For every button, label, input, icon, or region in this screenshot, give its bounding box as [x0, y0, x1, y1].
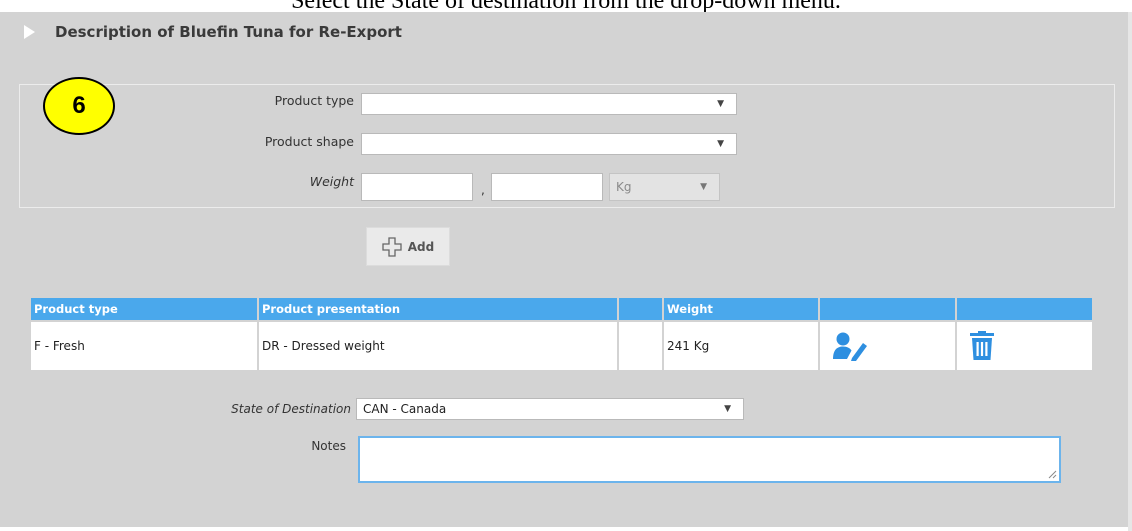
- table-header: Product type Product presentation Weight: [31, 298, 1092, 320]
- cell-product-type: F - Fresh: [31, 322, 259, 370]
- cell-weight: 241 Kg: [664, 322, 820, 370]
- column-header-product-presentation: Product presentation: [259, 298, 619, 320]
- product-type-select[interactable]: ▼: [361, 93, 737, 115]
- state-of-destination-select[interactable]: CAN - Canada ▼: [356, 398, 744, 420]
- weight-integer-input[interactable]: [361, 173, 473, 201]
- panel-edge: [1128, 12, 1132, 531]
- table-row: F - Fresh DR - Dressed weight 241 Kg: [31, 322, 1092, 370]
- chevron-down-icon: ▼: [700, 182, 707, 192]
- cell-blank: [619, 322, 664, 370]
- edit-user-icon[interactable]: [832, 331, 874, 361]
- plus-icon: [382, 236, 402, 257]
- column-header-product-type: Product type: [31, 298, 259, 320]
- trash-icon[interactable]: [969, 331, 995, 361]
- state-of-destination-label: State of Destination: [231, 402, 351, 416]
- cell-product-presentation: DR - Dressed weight: [259, 322, 619, 370]
- notes-label: Notes: [311, 439, 346, 453]
- weight-decimal-input[interactable]: [491, 173, 603, 201]
- resize-handle-icon[interactable]: [1047, 469, 1057, 479]
- cell-delete: [957, 322, 1092, 370]
- column-header-blank: [619, 298, 664, 320]
- product-shape-select[interactable]: ▼: [361, 133, 737, 155]
- add-button[interactable]: Add: [366, 227, 450, 266]
- cell-edit: [820, 322, 957, 370]
- section-title: Description of Bluefin Tuna for Re-Expor…: [55, 23, 402, 41]
- products-table: Product type Product presentation Weight…: [31, 298, 1092, 370]
- column-header-delete: [957, 298, 1092, 320]
- weight-label: Weight: [309, 174, 354, 189]
- product-shape-label: Product shape: [264, 134, 354, 149]
- chevron-down-icon: ▼: [717, 139, 724, 149]
- state-of-destination-value: CAN - Canada: [363, 402, 447, 416]
- weight-unit-select[interactable]: Kg ▼: [609, 173, 720, 201]
- step-badge: 6: [43, 77, 115, 135]
- column-header-weight: Weight: [664, 298, 820, 320]
- product-type-label: Product type: [274, 93, 354, 108]
- chevron-down-icon: ▼: [717, 99, 724, 109]
- weight-separator: ,: [481, 183, 485, 197]
- weight-unit-value: Kg: [616, 180, 632, 194]
- section-header[interactable]: Description of Bluefin Tuna for Re-Expor…: [24, 21, 402, 43]
- expand-triangle-icon[interactable]: [24, 25, 35, 39]
- notes-textarea[interactable]: [358, 436, 1061, 483]
- add-button-label: Add: [407, 239, 435, 254]
- chevron-down-icon: ▼: [724, 404, 731, 414]
- column-header-edit: [820, 298, 957, 320]
